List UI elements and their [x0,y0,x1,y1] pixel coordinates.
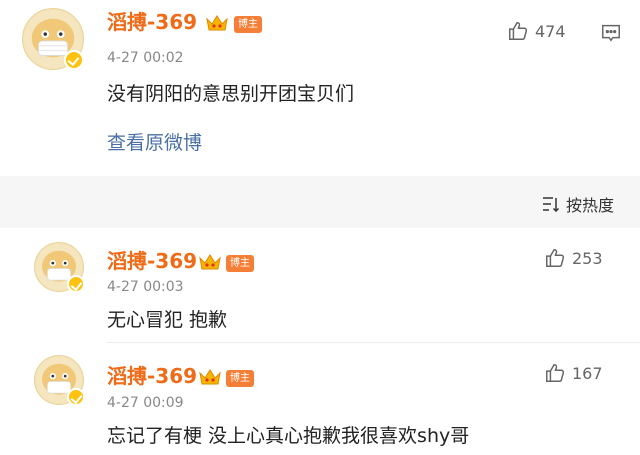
sort-label: 按热度 [565,196,614,215]
sort-button[interactable]: 按热度 [542,192,614,216]
avatar[interactable] [34,355,85,406]
comment-icon[interactable] [600,22,622,44]
avatar[interactable] [22,8,84,70]
like-button[interactable]: 167 [544,362,603,384]
host-badge: 博主 [226,370,254,387]
host-badge: 博主 [234,16,262,33]
timestamp: 4-27 00:02 [107,50,184,66]
verified-icon [67,275,85,293]
comments-header: 按热度 [0,176,640,228]
weibo-comments-page: 滔搏-369 博主 4-27 00:02 474 没有阴阳的意思别开团宝贝们 查… [0,0,640,455]
thumbs-up-icon [546,364,565,382]
timestamp: 4-27 00:09 [107,395,184,411]
crown-icon [199,254,221,270]
reply-content: 无心冒犯 抱歉 [107,309,228,331]
reply-content: 忘记了有梗 没上心真心抱歉我很喜欢shy哥 [107,425,470,447]
reply-item: 滔搏-369 博主 4-27 00:03 253 无心冒犯 抱歉 [0,228,640,343]
crown-icon [199,369,221,385]
view-original-link[interactable]: 查看原微博 [107,131,202,155]
username[interactable]: 滔搏-369 [107,11,197,33]
like-count: 474 [535,21,566,41]
thumbs-up-icon [546,249,565,267]
host-badge: 博主 [226,255,254,272]
post-content: 没有阴阳的意思别开团宝贝们 [107,83,355,105]
verified-icon [67,388,85,406]
crown-icon [206,15,228,31]
like-button[interactable]: 253 [544,247,603,269]
thumbs-up-icon [509,22,528,40]
reply-item: 滔搏-369 博主 4-27 00:09 167 忘记了有梗 没上心真心抱歉我很… [0,343,640,455]
timestamp: 4-27 00:03 [107,279,184,295]
like-button[interactable]: 474 [507,20,566,42]
verified-icon [64,50,84,70]
username[interactable]: 滔搏-369 [107,365,197,387]
avatar[interactable] [34,242,85,293]
username[interactable]: 滔搏-369 [107,250,197,272]
post: 滔搏-369 博主 4-27 00:02 474 没有阴阳的意思别开团宝贝们 查… [0,0,640,176]
like-count: 167 [572,363,603,383]
like-count: 253 [572,248,603,268]
sort-icon [542,197,560,212]
